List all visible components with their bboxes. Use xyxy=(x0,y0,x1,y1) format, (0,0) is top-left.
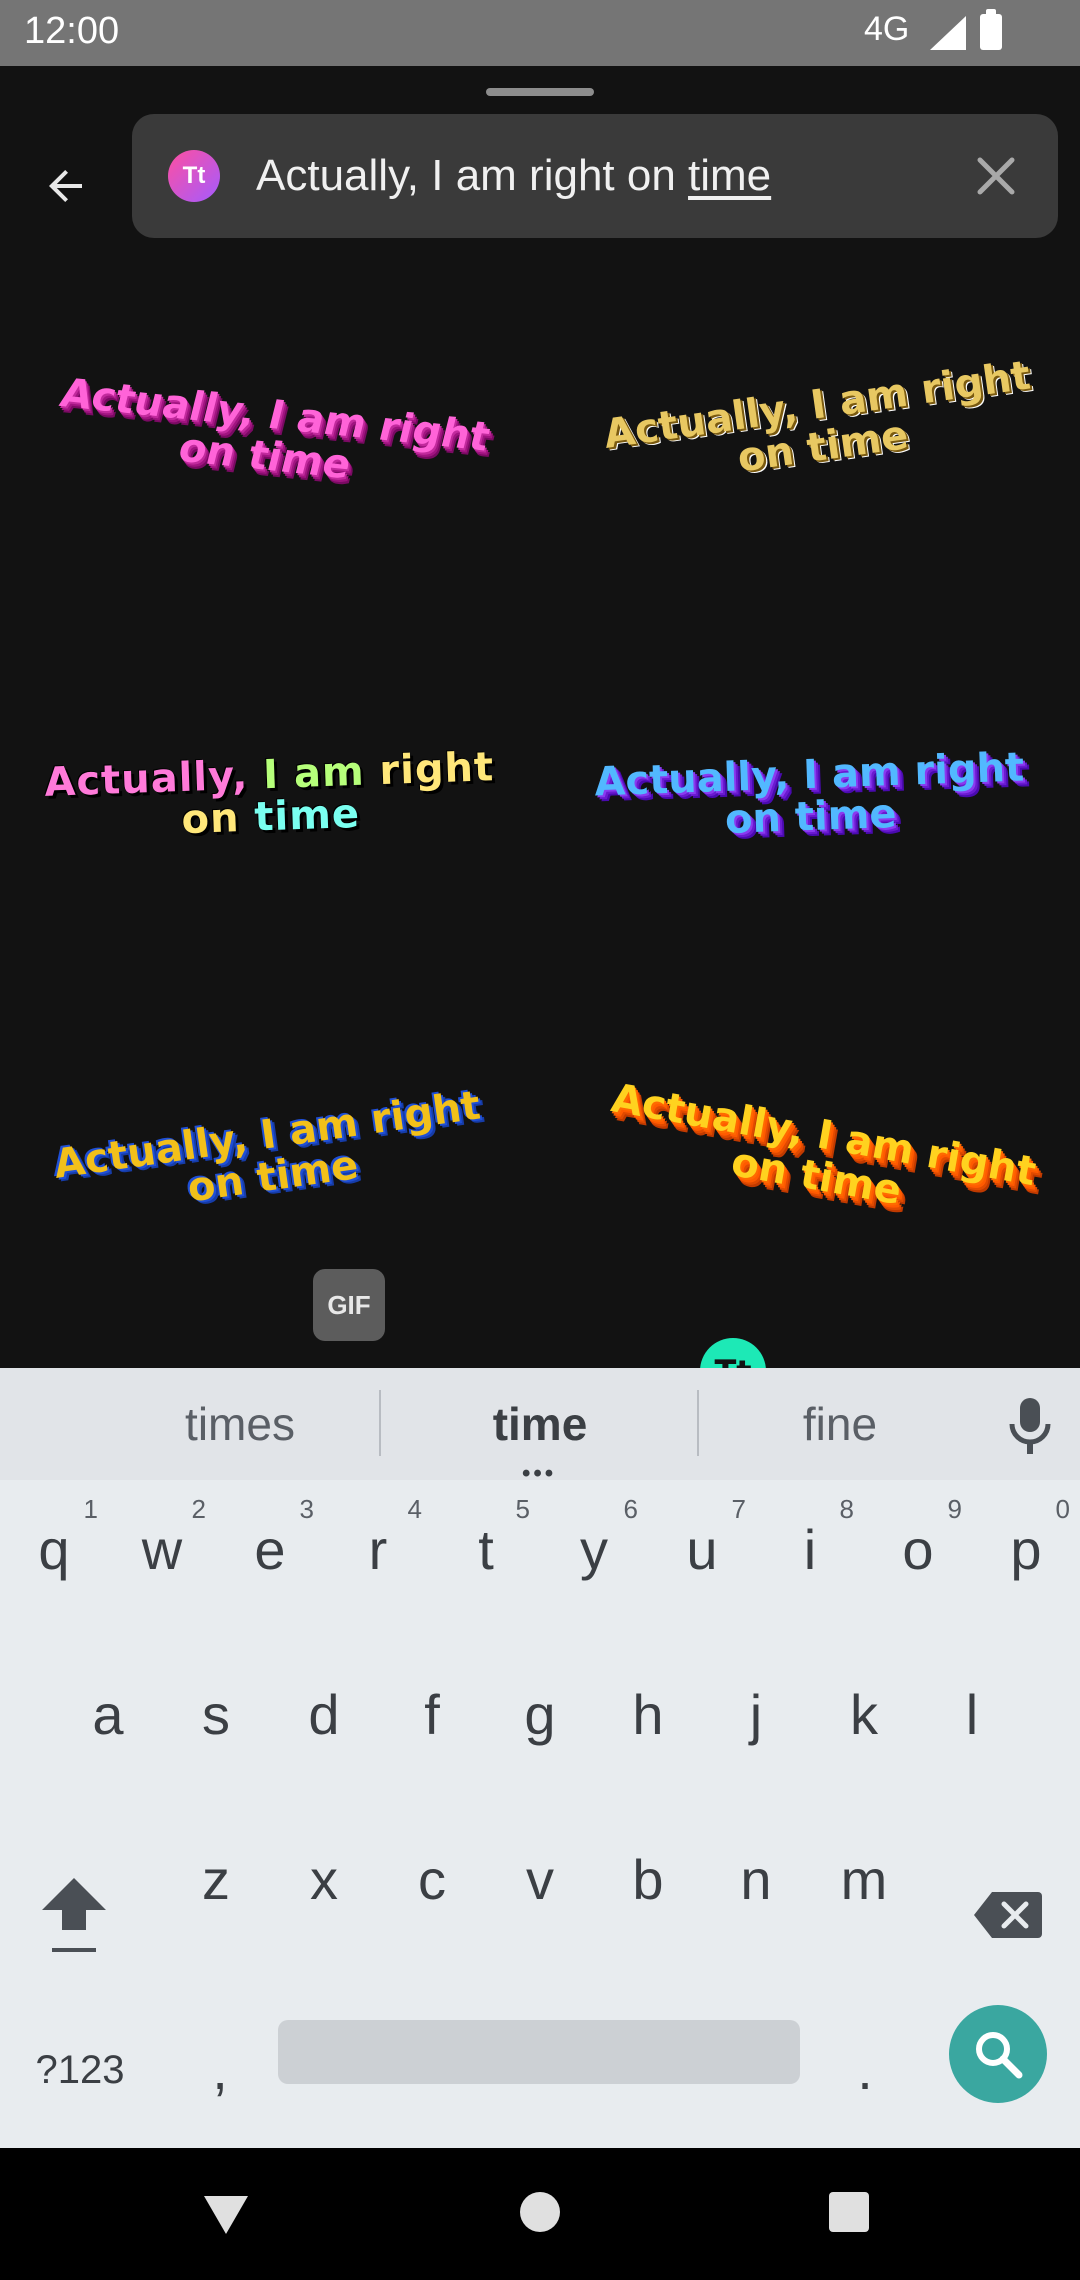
key-number-hint: 1 xyxy=(83,1494,98,1524)
sticker-result[interactable]: Actually, I am right on time xyxy=(560,646,1060,946)
key-n[interactable]: n xyxy=(702,1810,810,1950)
space-key[interactable] xyxy=(278,2020,800,2084)
key-w[interactable]: w2 xyxy=(108,1480,216,1620)
key-r[interactable]: r4 xyxy=(324,1480,432,1620)
key-label: i xyxy=(803,1518,817,1581)
key-a[interactable]: a xyxy=(54,1645,162,1785)
key-number-hint: 4 xyxy=(407,1494,422,1524)
key-number-hint: 6 xyxy=(623,1494,638,1524)
shift-key[interactable] xyxy=(34,1860,114,1970)
search-icon xyxy=(976,2032,1023,2079)
key-number-hint: 7 xyxy=(731,1494,746,1524)
key-label: q xyxy=(38,1518,70,1581)
key-t[interactable]: t5 xyxy=(432,1480,540,1620)
key-d[interactable]: d xyxy=(270,1645,378,1785)
status-time: 12:00 xyxy=(24,10,120,52)
keyboard: q1w2e3r4t5y6u7i8o9p0 asdfghjkl zxcvbnm ?… xyxy=(0,1480,1080,2148)
text-sticker-app-icon: Tt xyxy=(168,150,220,202)
key-f[interactable]: f xyxy=(378,1645,486,1785)
search-box[interactable]: Tt Actually, I am right on time xyxy=(132,114,1058,238)
sticker-text: Actually, I am right on time xyxy=(51,1082,484,1212)
key-c[interactable]: c xyxy=(378,1810,486,1950)
back-button[interactable] xyxy=(32,152,100,220)
key-s[interactable]: s xyxy=(162,1645,270,1785)
key-g[interactable]: g xyxy=(486,1645,594,1785)
key-label: u xyxy=(686,1518,718,1581)
key-j[interactable]: j xyxy=(702,1645,810,1785)
sticker-text-part: time xyxy=(253,790,361,841)
key-x[interactable]: x xyxy=(270,1810,378,1950)
key-number-hint: 0 xyxy=(1055,1494,1070,1524)
signal-icon xyxy=(930,16,966,50)
key-p[interactable]: p0 xyxy=(972,1480,1080,1620)
nav-recents-icon[interactable] xyxy=(829,2192,869,2232)
key-label: r xyxy=(368,1518,388,1581)
sticker-text-part: I am xyxy=(262,748,381,799)
sticker-result[interactable]: Actually, I am right on time xyxy=(20,646,520,946)
key-label: t xyxy=(478,1518,494,1581)
key-number-hint: 8 xyxy=(839,1494,854,1524)
key-label: w xyxy=(141,1518,183,1581)
search-input[interactable]: Actually, I am right on time xyxy=(256,142,916,210)
battery-icon xyxy=(980,9,1002,50)
nav-back-icon[interactable] xyxy=(202,2194,250,2236)
search-query-underlined: time xyxy=(688,151,772,200)
sticker-result[interactable]: Actually, I am right on time xyxy=(20,286,520,586)
key-l[interactable]: l xyxy=(918,1645,1026,1785)
sticker-text: Actually, I am right on time xyxy=(39,744,502,846)
period-key[interactable]: . xyxy=(820,2010,910,2130)
arrow-back-icon xyxy=(49,170,82,202)
symbols-key[interactable]: ?123 xyxy=(20,2010,140,2130)
suggestion-divider xyxy=(379,1390,381,1456)
sticker-result[interactable]: Actually, I am right on time xyxy=(570,1006,1070,1306)
sticker-text: Actually, I am right on time xyxy=(601,352,1034,482)
close-icon xyxy=(977,157,1015,195)
suggestion-left[interactable]: times xyxy=(100,1368,380,1480)
key-u[interactable]: u7 xyxy=(648,1480,756,1620)
suggestion-right[interactable]: fine xyxy=(700,1368,980,1480)
network-type: 4G xyxy=(864,10,910,48)
sticker-text: Actually, I am right on time xyxy=(607,1075,1040,1215)
key-e[interactable]: e3 xyxy=(216,1480,324,1620)
backspace-key[interactable] xyxy=(968,1860,1048,1970)
key-i[interactable]: i8 xyxy=(756,1480,864,1620)
key-number-hint: 9 xyxy=(947,1494,962,1524)
suggestion-divider xyxy=(697,1390,699,1456)
key-label: y xyxy=(580,1518,608,1581)
mic-icon[interactable] xyxy=(1004,1396,1056,1456)
nav-home-icon[interactable] xyxy=(520,2192,560,2232)
sticker-text: Actually, I am right on time xyxy=(593,744,1025,843)
key-o[interactable]: o9 xyxy=(864,1480,972,1620)
key-k[interactable]: k xyxy=(810,1645,918,1785)
search-query-text: Actually, I am right on xyxy=(256,151,689,200)
key-z[interactable]: z xyxy=(162,1810,270,1950)
key-h[interactable]: h xyxy=(594,1645,702,1785)
status-bar: 12:00 4G xyxy=(0,0,1080,66)
sticker-text: Actually, I am right on time xyxy=(55,370,495,489)
key-number-hint: 3 xyxy=(299,1494,314,1524)
suggestion-bar: times time ••• fine xyxy=(0,1368,1080,1487)
clear-search-button[interactable] xyxy=(968,148,1024,204)
key-y[interactable]: y6 xyxy=(540,1480,648,1620)
key-b[interactable]: b xyxy=(594,1810,702,1950)
drag-handle[interactable] xyxy=(486,88,594,96)
gif-category-button[interactable]: GIF xyxy=(313,1269,385,1341)
sticker-panel: Tt Actually, I am right on time Actually… xyxy=(0,66,1080,1404)
sticker-result[interactable]: Actually, I am right on time xyxy=(570,276,1070,576)
key-label: p xyxy=(1010,1518,1042,1581)
backspace-icon xyxy=(974,1892,1042,1938)
search-key[interactable] xyxy=(949,2005,1047,2103)
key-q[interactable]: q1 xyxy=(0,1480,108,1620)
key-number-hint: 5 xyxy=(515,1494,530,1524)
key-label: o xyxy=(902,1518,934,1581)
key-v[interactable]: v xyxy=(486,1810,594,1950)
comma-key[interactable]: , xyxy=(170,2010,270,2130)
navigation-bar xyxy=(0,2148,1080,2280)
key-label: e xyxy=(254,1518,286,1581)
key-m[interactable]: m xyxy=(810,1810,918,1950)
sticker-result[interactable]: Actually, I am right on time xyxy=(20,1006,520,1306)
key-number-hint: 2 xyxy=(191,1494,206,1524)
